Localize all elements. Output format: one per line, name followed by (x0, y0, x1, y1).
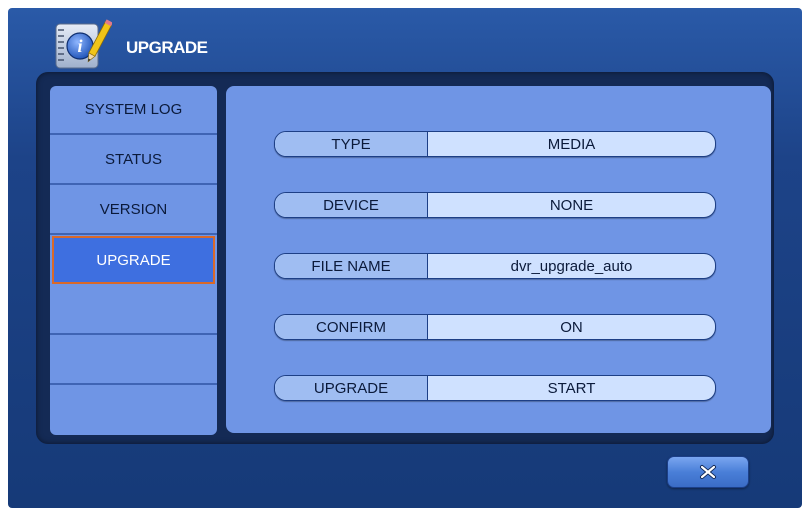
confirm-label: CONFIRM (275, 315, 428, 339)
sidebar-item-upgrade[interactable]: UPGRADE (52, 236, 215, 284)
window-title: UPGRADE (126, 38, 208, 57)
type-row: TYPE MEDIA (274, 131, 716, 157)
type-value[interactable]: MEDIA (428, 132, 715, 156)
upgrade-row: UPGRADE START (274, 375, 716, 401)
upgrade-start-button[interactable]: START (428, 376, 715, 400)
file-name-row: FILE NAME dvr_upgrade_auto (274, 253, 716, 279)
title-bar: i UPGRADE (8, 8, 802, 74)
upgrade-settings-panel: TYPE MEDIA DEVICE NONE FILE NAME dvr_upg… (226, 86, 771, 433)
type-label: TYPE (275, 132, 428, 156)
sidebar-item-version[interactable]: VERSION (50, 186, 217, 235)
confirm-row: CONFIRM ON (274, 314, 716, 340)
device-row: DEVICE NONE (274, 192, 716, 218)
sidebar-item-system-log[interactable]: SYSTEM LOG (50, 86, 217, 135)
upgrade-label: UPGRADE (275, 376, 428, 400)
sidebar-item-status[interactable]: STATUS (50, 136, 217, 185)
sidebar-item-empty (50, 386, 217, 435)
file-name-label: FILE NAME (275, 254, 428, 278)
info-notebook-icon: i (55, 19, 112, 69)
confirm-value[interactable]: ON (428, 315, 715, 339)
sidebar-menu: SYSTEM LOG STATUS VERSION UPGRADE (50, 86, 217, 435)
device-label: DEVICE (275, 193, 428, 217)
device-value[interactable]: NONE (428, 193, 715, 217)
close-button[interactable] (667, 456, 749, 488)
file-name-value[interactable]: dvr_upgrade_auto (428, 254, 715, 278)
sidebar-item-empty (50, 286, 217, 335)
svg-text:i: i (77, 36, 82, 56)
close-icon (700, 465, 716, 479)
sidebar-item-empty (50, 336, 217, 385)
